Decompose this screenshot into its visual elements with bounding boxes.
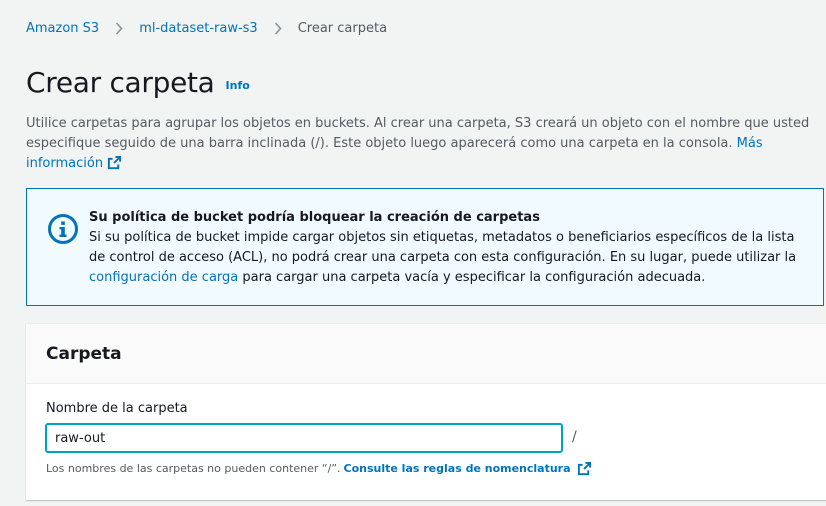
- breadcrumb-current: Crear carpeta: [297, 20, 388, 36]
- folder-name-input[interactable]: [46, 424, 562, 452]
- upload-config-link[interactable]: configuración de carga: [89, 270, 238, 285]
- panel-title: Carpeta: [46, 343, 122, 364]
- info-alert: Su política de bucket podría bloquear la…: [26, 188, 824, 306]
- folder-name-label: Nombre de la carpeta: [46, 401, 188, 416]
- info-link[interactable]: Info: [226, 79, 250, 92]
- folder-panel: Carpeta Nombre de la carpeta / Los nombr…: [26, 323, 826, 500]
- breadcrumb: Amazon S3 ml-dataset-raw-s3 Crear carpet…: [26, 19, 387, 37]
- alert-title: Su política de bucket podría bloquear la…: [89, 210, 540, 225]
- folder-name-hint: Los nombres de las carpetas no pueden co…: [46, 461, 592, 476]
- alert-message-text-end: para cargar una carpeta vacía y especifi…: [242, 270, 706, 285]
- panel-header: Carpeta: [26, 324, 826, 384]
- page-header: Crear carpeta Info: [26, 66, 250, 99]
- naming-rules-link[interactable]: Consulte las reglas de nomenclatura: [344, 462, 571, 475]
- alert-message-text: Si su política de bucket impide cargar o…: [89, 230, 797, 265]
- description-text: Utilice carpetas para agrupar los objeto…: [26, 116, 810, 151]
- alert-message: Si su política de bucket impide cargar o…: [89, 228, 809, 288]
- alert-content: Su política de bucket podría bloquear la…: [89, 208, 809, 288]
- breadcrumb-item-bucket[interactable]: ml-dataset-raw-s3: [139, 21, 258, 36]
- page-description: Utilice carpetas para agrupar los objeto…: [26, 114, 818, 177]
- chevron-right-icon: [271, 21, 285, 35]
- chevron-right-icon: [112, 21, 126, 35]
- external-link-icon: [107, 155, 122, 177]
- folder-suffix: /: [572, 429, 577, 445]
- info-circle-icon: [47, 213, 79, 249]
- external-link-icon: [577, 461, 592, 476]
- hint-text: Los nombres de las carpetas no pueden co…: [46, 462, 341, 475]
- page-title: Crear carpeta: [26, 66, 215, 99]
- breadcrumb-item-amazon-s3[interactable]: Amazon S3: [26, 21, 99, 36]
